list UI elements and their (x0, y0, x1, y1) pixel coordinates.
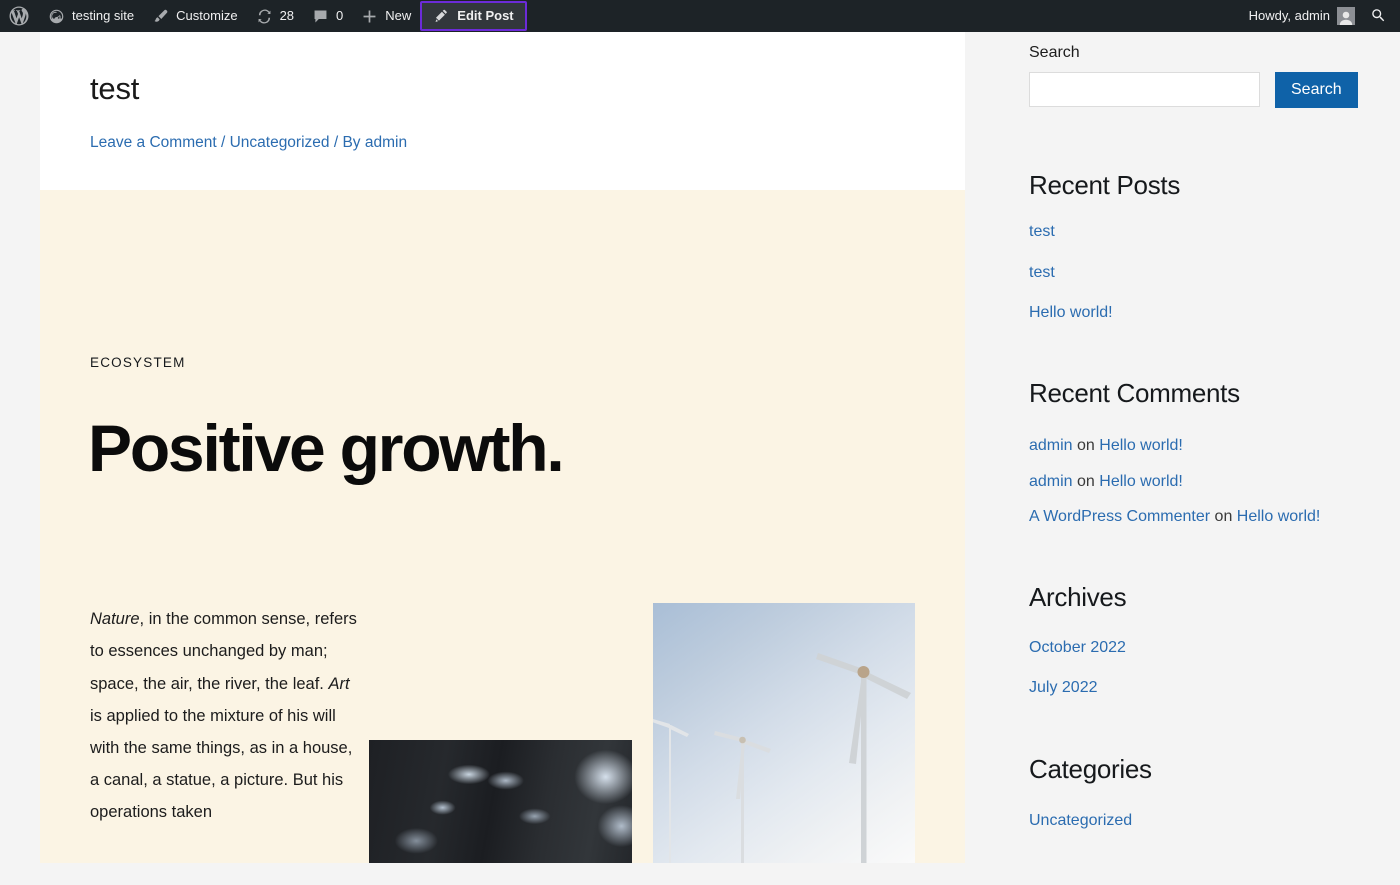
recent-post-link[interactable]: test (1029, 264, 1055, 281)
wp-logo-menu[interactable] (0, 0, 39, 32)
archive-link[interactable]: July 2022 (1029, 679, 1098, 696)
hero-body-text: Nature, in the common sense, refers to e… (90, 603, 358, 828)
page-title: test (90, 70, 915, 107)
customize-label: Customize (176, 0, 237, 32)
leave-comment-link[interactable]: Leave a Comment (90, 134, 217, 151)
archives-title: Archives (1029, 582, 1369, 613)
dashboard-icon (48, 8, 65, 25)
recent-post-link[interactable]: Hello world! (1029, 304, 1113, 321)
hero-eyebrow: ECOSYSTEM (90, 355, 965, 370)
list-item: Hello world! (1029, 300, 1369, 326)
comment-author-link[interactable]: admin (1029, 437, 1073, 454)
category-link[interactable]: Uncategorized (1029, 812, 1132, 829)
pencil-icon (433, 8, 450, 25)
main-content-column: test Leave a Comment / Uncategorized / B… (40, 32, 965, 885)
search-input[interactable] (1029, 72, 1260, 107)
post-meta: Leave a Comment / Uncategorized / By adm… (90, 132, 915, 154)
updates-link[interactable]: 28 (247, 0, 303, 32)
list-item: July 2022 (1029, 675, 1369, 701)
recent-comments-title: Recent Comments (1029, 378, 1369, 409)
list-item: test (1029, 260, 1369, 286)
body-text-segment-4: is applied to the mixture of his will wi… (90, 707, 352, 822)
list-item: test (1029, 219, 1369, 245)
site-name-menu[interactable]: testing site (39, 0, 143, 32)
categories-widget: Categories Uncategorized (1029, 754, 1369, 833)
comment-post-link[interactable]: Hello world! (1099, 473, 1183, 490)
body-emphasis-art: Art (328, 675, 349, 693)
categories-title: Categories (1029, 754, 1369, 785)
comment-author-link[interactable]: admin (1029, 473, 1073, 490)
hero-media-row: Nature, in the common sense, refers to e… (40, 603, 965, 863)
comments-count: 0 (336, 0, 343, 32)
customize-link[interactable]: Customize (143, 0, 246, 32)
search-widget: Search Search (1029, 44, 1369, 108)
list-item: A WordPress Commenter on Hello world! (1029, 504, 1369, 530)
author-link[interactable]: admin (365, 134, 407, 151)
list-item: Uncategorized (1029, 808, 1369, 834)
comment-author-link[interactable]: A WordPress Commenter (1029, 508, 1210, 525)
meta-separator-1: / (217, 134, 230, 151)
search-button[interactable]: Search (1275, 72, 1358, 108)
edit-post-link[interactable]: Edit Post (420, 1, 526, 31)
edit-post-label: Edit Post (457, 0, 513, 32)
admin-bar-spacer (527, 0, 1240, 32)
comments-link[interactable]: 0 (303, 0, 352, 32)
admin-bar-right-group: Howdy, admin (1240, 0, 1400, 32)
comment-on-word: on (1210, 508, 1237, 525)
list-item: admin on Hello world! (1029, 469, 1369, 495)
new-content-label: New (385, 0, 411, 32)
article-header: test Leave a Comment / Uncategorized / B… (40, 32, 965, 190)
recent-post-link[interactable]: test (1029, 223, 1055, 240)
howdy-label: Howdy, admin (1249, 0, 1330, 32)
author-prefix: By (342, 134, 364, 151)
archives-widget: Archives October 2022 July 2022 (1029, 582, 1369, 700)
plus-icon (361, 8, 378, 25)
list-item: admin on Hello world! (1029, 433, 1369, 459)
new-content-menu[interactable]: New (352, 0, 420, 32)
sidebar: Search Search Recent Posts test test Hel… (1029, 32, 1369, 843)
dark-forest-photo (369, 740, 632, 863)
hero-headline: Positive growth. (88, 414, 965, 483)
archive-link[interactable]: October 2022 (1029, 639, 1126, 656)
recent-comments-widget: Recent Comments admin on Hello world! ad… (1029, 378, 1369, 530)
wind-turbine-sky-photo (653, 603, 915, 863)
my-account-menu[interactable]: Howdy, admin (1240, 0, 1364, 32)
recent-comments-list: admin on Hello world! admin on Hello wor… (1029, 433, 1369, 530)
update-arrows-icon (256, 8, 273, 25)
recent-posts-widget: Recent Posts test test Hello world! (1029, 170, 1369, 326)
wordpress-logo-icon (9, 6, 29, 26)
recent-posts-title: Recent Posts (1029, 170, 1369, 201)
comment-post-link[interactable]: Hello world! (1099, 437, 1183, 454)
wp-admin-bar: testing site Customize 28 0 New Edit Pos… (0, 0, 1400, 32)
search-form: Search (1029, 72, 1369, 108)
list-item: October 2022 (1029, 635, 1369, 661)
paintbrush-icon (152, 8, 169, 25)
category-link[interactable]: Uncategorized (230, 134, 330, 151)
comment-bubble-icon (312, 8, 329, 25)
comment-on-word: on (1073, 437, 1100, 454)
search-widget-title: Search (1029, 44, 1369, 62)
recent-posts-list: test test Hello world! (1029, 219, 1369, 326)
categories-list: Uncategorized (1029, 808, 1369, 834)
comment-post-link[interactable]: Hello world! (1237, 508, 1321, 525)
site-name-label: testing site (72, 0, 134, 32)
page-body: test Leave a Comment / Uncategorized / B… (0, 32, 1400, 885)
updates-count: 28 (280, 0, 294, 32)
user-avatar-icon (1337, 7, 1355, 25)
meta-separator-2: / (330, 134, 343, 151)
admin-bar-search-button[interactable] (1364, 0, 1400, 32)
archives-list: October 2022 July 2022 (1029, 635, 1369, 700)
hero-section: ECOSYSTEM Positive growth. Nature, in th… (40, 190, 965, 863)
comment-on-word: on (1073, 473, 1100, 490)
search-icon (1370, 7, 1388, 25)
body-emphasis-nature: Nature (90, 610, 140, 628)
